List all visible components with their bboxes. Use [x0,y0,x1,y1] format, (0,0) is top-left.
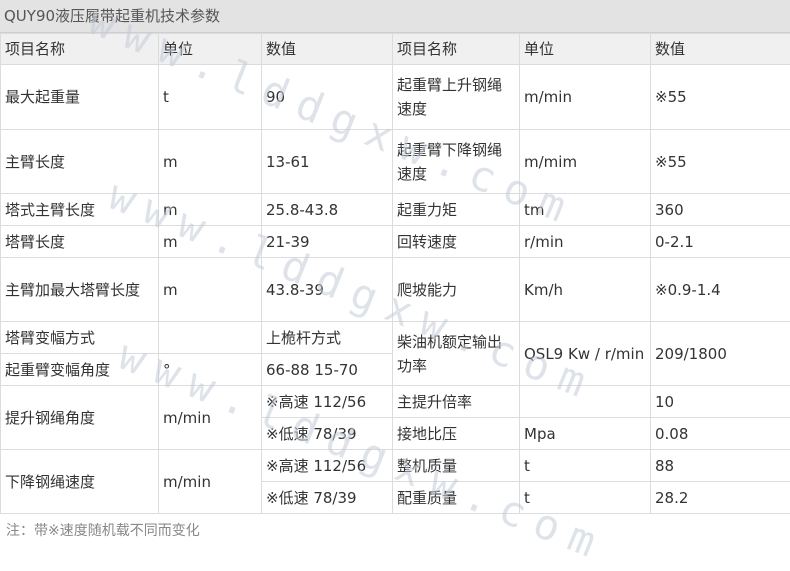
param-name: 接地比压 [393,418,520,450]
param-name: 主提升倍率 [393,386,520,418]
param-value: 25.8-43.8 [262,194,393,226]
spec-table: 项目名称 单位 数值 项目名称 单位 数值 最大起重量 t 90 起重臂上升钢绳… [0,33,790,514]
param-name: 柴油机额定输出功率 [393,322,520,386]
param-unit: t [159,65,262,130]
table-row: 最大起重量 t 90 起重臂上升钢绳速度 m/min ※55 [1,65,790,130]
param-name: 起重臂上升钢绳速度 [393,65,520,130]
param-value: ※0.9-1.4 [651,258,790,322]
header-cell: 项目名称 [1,34,159,65]
footnote: 注：带※速度随机载不同而变化 [6,520,200,540]
param-unit [159,322,262,354]
table-row: 下降钢绳速度 m/min ※高速 112/56 整机质量 t 88 [1,450,790,482]
param-unit: m/min [159,450,262,514]
param-value: 90 [262,65,393,130]
param-name: 整机质量 [393,450,520,482]
param-value: 13-61 [262,130,393,194]
param-name: 爬坡能力 [393,258,520,322]
param-value: 21-39 [262,226,393,258]
param-unit: tm [520,194,651,226]
param-value: 43.8-39 [262,258,393,322]
table-row: 主臂加最大塔臂长度 m 43.8-39 爬坡能力 Km/h ※0.9-1.4 [1,258,790,322]
table-row: 主臂长度 m 13-61 起重臂下降钢绳速度 m/mim ※55 [1,130,790,194]
param-value: 0-2.1 [651,226,790,258]
param-unit: m/mim [520,130,651,194]
param-value: ※55 [651,65,790,130]
param-unit: r/min [520,226,651,258]
param-value: ※低速 78/39 [262,418,393,450]
param-unit: Mpa [520,418,651,450]
param-unit: m [159,226,262,258]
param-name: 塔臂变幅方式 [1,322,159,354]
param-value: 0.08 [651,418,790,450]
param-name: 提升钢绳角度 [1,386,159,450]
param-unit: m/min [159,386,262,450]
param-unit: m [159,258,262,322]
param-name: 下降钢绳速度 [1,450,159,514]
param-name: 塔臂长度 [1,226,159,258]
header-cell: 数值 [262,34,393,65]
header-row: 项目名称 单位 数值 项目名称 单位 数值 [1,34,790,65]
param-value: 上桅杆方式 [262,322,393,354]
param-name: 最大起重量 [1,65,159,130]
param-value: 66-88 15-70 [262,354,393,386]
table-title-bar: QUY90液压履带起重机技术参数 [0,0,790,33]
param-name: 起重力矩 [393,194,520,226]
param-value: 88 [651,450,790,482]
table-row: 塔式主臂长度 m 25.8-43.8 起重力矩 tm 360 [1,194,790,226]
header-cell: 单位 [520,34,651,65]
param-unit: Km/h [520,258,651,322]
table-row: 塔臂长度 m 21-39 回转速度 r/min 0-2.1 [1,226,790,258]
param-name: 塔式主臂长度 [1,194,159,226]
param-name: 主臂长度 [1,130,159,194]
param-name: 起重臂变幅角度 [1,354,159,386]
header-cell: 项目名称 [393,34,520,65]
param-unit: t [520,450,651,482]
header-cell: 数值 [651,34,790,65]
param-unit: t [520,482,651,514]
param-value: ※高速 112/56 [262,450,393,482]
param-value: ※55 [651,130,790,194]
header-cell: 单位 [159,34,262,65]
table-row: 塔臂变幅方式 上桅杆方式 柴油机额定输出功率 QSL9 Kw / r/min 2… [1,322,790,354]
param-unit [520,386,651,418]
param-unit: m [159,130,262,194]
param-name: 回转速度 [393,226,520,258]
param-unit: m/min [520,65,651,130]
param-unit: m [159,194,262,226]
param-value: 10 [651,386,790,418]
param-name: 配重质量 [393,482,520,514]
param-unit: ° [159,354,262,386]
param-value: ※低速 78/39 [262,482,393,514]
param-unit: QSL9 Kw / r/min [520,322,651,386]
param-name: 主臂加最大塔臂长度 [1,258,159,322]
table-row: 提升钢绳角度 m/min ※高速 112/56 主提升倍率 10 [1,386,790,418]
param-value: 360 [651,194,790,226]
param-value: 28.2 [651,482,790,514]
table-title: QUY90液压履带起重机技术参数 [4,5,220,26]
param-value: 209/1800 [651,322,790,386]
param-value: ※高速 112/56 [262,386,393,418]
param-name: 起重臂下降钢绳速度 [393,130,520,194]
